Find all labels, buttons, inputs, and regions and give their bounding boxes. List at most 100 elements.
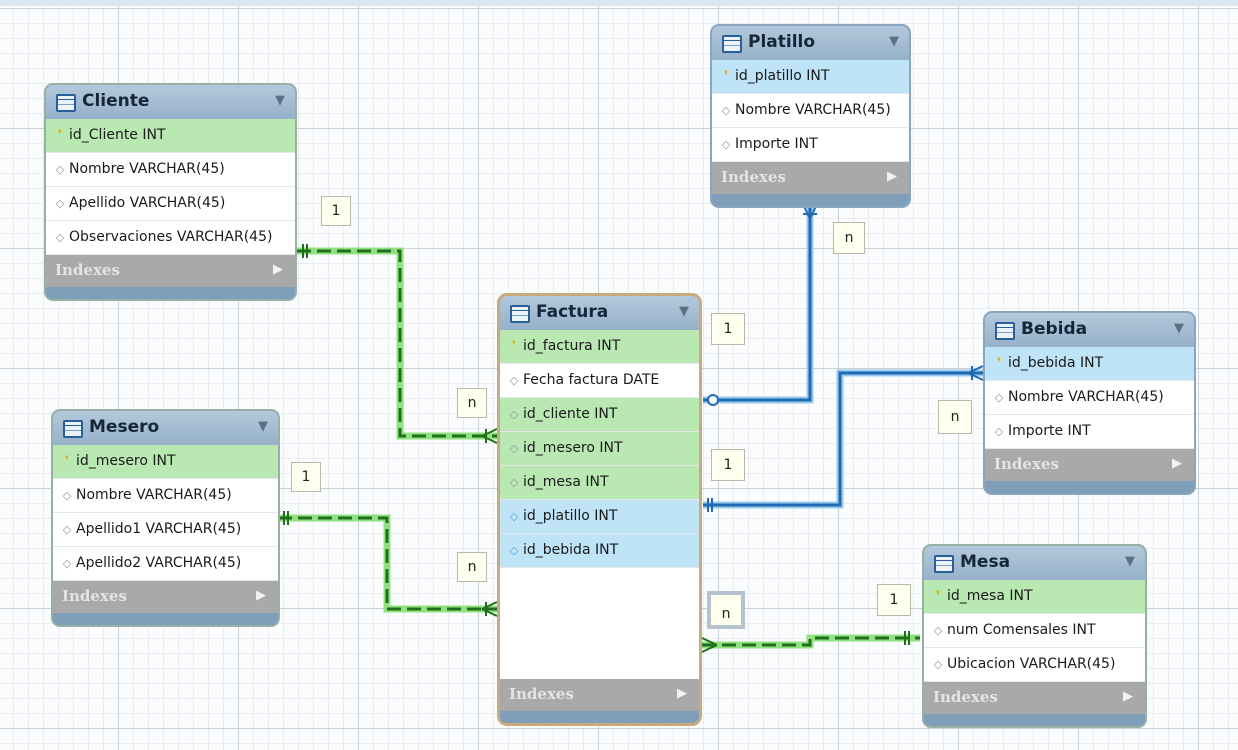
collapse-arrow-icon[interactable]: ▼: [679, 304, 689, 319]
collapse-arrow-icon[interactable]: ▼: [889, 34, 899, 49]
column-row[interactable]: ◇ id_mesa INT: [500, 466, 699, 500]
indexes-section[interactable]: Indexes ▶: [53, 581, 278, 613]
rel-platillo-factura[interactable]: [703, 203, 818, 406]
card-mesa-many[interactable]: n: [707, 591, 745, 629]
primary-key-icon: ❜: [64, 454, 70, 469]
column-diamond-icon: ◇: [509, 374, 519, 387]
indexes-section[interactable]: Indexes ▶: [500, 679, 699, 711]
column-label: id_mesa INT: [947, 588, 1033, 604]
table-mesa[interactable]: Mesa ▼ ❜ id_mesa INT ◇ num Comensales INT ◇ Ub…: [924, 546, 1145, 726]
expand-arrow-icon[interactable]: ▶: [887, 169, 897, 184]
table-header[interactable]: Mesero ▼: [53, 411, 278, 445]
table-header[interactable]: Factura ▼: [500, 296, 699, 330]
column-row[interactable]: ◇ Apellido1 VARCHAR(45): [53, 513, 278, 547]
column-diamond-icon: ◇: [55, 197, 65, 210]
column-row[interactable]: ◇ Nombre VARCHAR(45): [712, 94, 909, 128]
column-row[interactable]: ◇ num Comensales INT: [924, 614, 1145, 648]
table-header[interactable]: Platillo ▼: [712, 26, 909, 60]
collapse-arrow-icon[interactable]: ▼: [1174, 321, 1184, 336]
table-mesero[interactable]: Mesero ▼ ❜ id_mesero INT ◇ Nombre VARCHAR(45…: [53, 411, 278, 625]
column-row[interactable]: ◇ Observaciones VARCHAR(45): [46, 221, 295, 255]
table-icon: [722, 35, 742, 53]
primary-key-icon: ❜: [511, 339, 517, 354]
column-row[interactable]: ◇ Importe INT: [985, 415, 1194, 449]
column-row[interactable]: ◇ Nombre VARCHAR(45): [53, 479, 278, 513]
table-icon: [934, 555, 954, 573]
rel-mesa-factura[interactable]: [701, 631, 920, 653]
column-row[interactable]: ◇ id_platillo INT: [500, 500, 699, 534]
column-row[interactable]: ❜ id_factura INT: [500, 330, 699, 364]
column-row[interactable]: ◇ Apellido VARCHAR(45): [46, 187, 295, 221]
column-row[interactable]: ◇ Fecha factura DATE: [500, 364, 699, 398]
column-label: Nombre VARCHAR(45): [1008, 389, 1164, 405]
expand-arrow-icon[interactable]: ▶: [273, 262, 283, 277]
indexes-label: Indexes: [55, 261, 120, 279]
card-bebida-one: 1: [711, 449, 745, 481]
column-label: Importe INT: [1008, 423, 1091, 439]
indexes-section[interactable]: Indexes ▶: [985, 449, 1194, 481]
indexes-label: Indexes: [721, 168, 786, 186]
column-label: id_factura INT: [523, 338, 621, 354]
indexes-section[interactable]: Indexes ▶: [712, 162, 909, 194]
collapse-arrow-icon[interactable]: ▼: [258, 419, 268, 434]
column-row[interactable]: ◇ id_mesero INT: [500, 432, 699, 466]
column-label: Ubicacion VARCHAR(45): [947, 656, 1116, 672]
table-icon: [56, 94, 76, 112]
card-bebida-many: n: [938, 400, 972, 434]
indexes-label: Indexes: [509, 685, 574, 703]
collapse-arrow-icon[interactable]: ▼: [275, 93, 285, 108]
column-row[interactable]: ◇ Apellido2 VARCHAR(45): [53, 547, 278, 581]
table-cliente[interactable]: Cliente ▼ ❜ id_Cliente INT ◇ Nombre VARCHAR(…: [46, 85, 295, 299]
column-row[interactable]: ◇ Ubicacion VARCHAR(45): [924, 648, 1145, 682]
indexes-section[interactable]: Indexes ▶: [924, 682, 1145, 714]
column-label: Fecha factura DATE: [523, 372, 660, 388]
table-header[interactable]: Mesa ▼: [924, 546, 1145, 580]
indexes-section[interactable]: Indexes ▶: [46, 255, 295, 287]
table-factura[interactable]: Factura ▼ ❜ id_factura INT ◇ Fecha factura D…: [500, 296, 699, 723]
table-name: Cliente: [82, 91, 150, 111]
column-label: id_mesa INT: [523, 474, 609, 490]
expand-arrow-icon[interactable]: ▶: [1172, 456, 1182, 471]
expand-arrow-icon[interactable]: ▶: [677, 686, 687, 701]
collapse-arrow-icon[interactable]: ▼: [1125, 554, 1135, 569]
column-row[interactable]: ❜ id_bebida INT: [985, 347, 1194, 381]
column-label: Apellido1 VARCHAR(45): [76, 521, 242, 537]
table-name: Mesero: [89, 417, 160, 437]
column-diamond-icon: ◇: [55, 163, 65, 176]
column-label: id_platillo INT: [523, 508, 618, 524]
column-diamond-icon: ◇: [509, 544, 519, 557]
card-platillo-one: 1: [711, 313, 745, 345]
rel-bebida-factura[interactable]: [703, 365, 984, 512]
table-bebida[interactable]: Bebida ▼ ❜ id_bebida INT ◇ Nombre VARCHAR(45…: [985, 313, 1194, 493]
primary-key-icon: ❜: [723, 69, 729, 84]
table-name: Mesa: [960, 552, 1011, 572]
column-row[interactable]: ❜ id_Cliente INT: [46, 119, 295, 153]
column-row[interactable]: ❜ id_platillo INT: [712, 60, 909, 94]
column-row[interactable]: ◇ Nombre VARCHAR(45): [985, 381, 1194, 415]
column-diamond-icon: ◇: [62, 489, 72, 502]
table-icon: [510, 305, 530, 323]
column-row[interactable]: ❜ id_mesa INT: [924, 580, 1145, 614]
column-diamond-icon: ◇: [994, 391, 1004, 404]
primary-key-icon: ❜: [935, 589, 941, 604]
column-diamond-icon: ◇: [509, 442, 519, 455]
column-row[interactable]: ❜ id_mesero INT: [53, 445, 278, 479]
column-row[interactable]: ◇ id_cliente INT: [500, 398, 699, 432]
column-row[interactable]: ◇ Importe INT: [712, 128, 909, 162]
primary-key-icon: ❜: [57, 128, 63, 143]
table-header[interactable]: Bebida ▼: [985, 313, 1194, 347]
expand-arrow-icon[interactable]: ▶: [1123, 689, 1133, 704]
column-row[interactable]: ◇ id_bebida INT: [500, 534, 699, 568]
table-platillo[interactable]: Platillo ▼ ❜ id_platillo INT ◇ Nombre VARCHA…: [712, 26, 909, 206]
column-diamond-icon: ◇: [62, 557, 72, 570]
column-row[interactable]: ◇ Nombre VARCHAR(45): [46, 153, 295, 187]
card-cliente-many: n: [457, 388, 487, 418]
column-diamond-icon: ◇: [509, 408, 519, 421]
column-diamond-icon: ◇: [62, 523, 72, 536]
table-header[interactable]: Cliente ▼: [46, 85, 295, 119]
card-mesero-one: 1: [291, 462, 321, 492]
indexes-label: Indexes: [62, 587, 127, 605]
column-label: Apellido VARCHAR(45): [69, 195, 226, 211]
expand-arrow-icon[interactable]: ▶: [256, 588, 266, 603]
table-name: Bebida: [1021, 319, 1088, 339]
